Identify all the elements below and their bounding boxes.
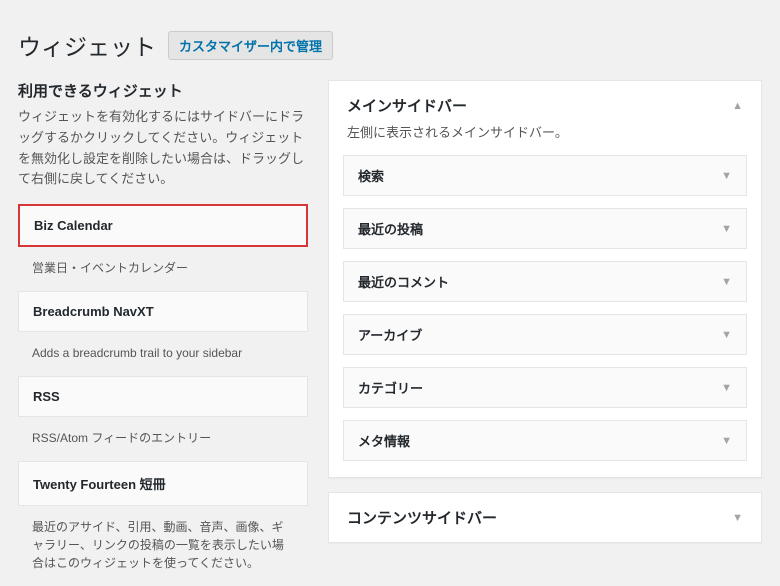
placed-widget-label: 最近の投稿 (358, 219, 423, 238)
chevron-down-icon: ▼ (721, 276, 732, 288)
widget-title: Breadcrumb NavXT (33, 304, 154, 319)
sidebar-panel-main: メインサイドバー ▲ 左側に表示されるメインサイドバー。 検索 ▼ 最近の投稿 … (328, 80, 762, 478)
chevron-down-icon: ▼ (732, 512, 743, 524)
placed-widget-meta[interactable]: メタ情報 ▼ (343, 420, 747, 461)
chevron-down-icon: ▼ (721, 382, 732, 394)
available-widget-biz-calendar[interactable]: Biz Calendar (18, 204, 308, 247)
sidebar-header[interactable]: コンテンツサイドバー ▼ (329, 493, 761, 542)
placed-widget-search[interactable]: 検索 ▼ (343, 155, 747, 196)
chevron-down-icon: ▼ (721, 170, 732, 182)
widget-description: RSS/Atom フィードのエントリー (18, 417, 308, 461)
chevron-down-icon: ▼ (721, 329, 732, 341)
widget-title: RSS (33, 389, 60, 404)
placed-widget-label: 検索 (358, 166, 384, 185)
widget-description: 最近のアサイド、引用、動画、音声、画像、ギャラリー、リンクの投稿の一覧を表示した… (18, 506, 308, 586)
placed-widget-label: 最近のコメント (358, 272, 449, 291)
widget-title: Twenty Fourteen 短冊 (33, 477, 166, 492)
sidebar-title: メインサイドバー (347, 95, 467, 116)
sidebar-description: 左側に表示されるメインサイドバー。 (329, 116, 761, 155)
widget-description: 営業日・イベントカレンダー (18, 247, 308, 291)
widget-title: Biz Calendar (34, 218, 113, 233)
placed-widget-recent-comments[interactable]: 最近のコメント ▼ (343, 261, 747, 302)
sidebar-header[interactable]: メインサイドバー ▲ (329, 81, 761, 116)
available-widget-twenty-fourteen-ephemera[interactable]: Twenty Fourteen 短冊 (18, 461, 308, 506)
sidebars-column: メインサイドバー ▲ 左側に表示されるメインサイドバー。 検索 ▼ 最近の投稿 … (328, 80, 762, 586)
available-widget-rss[interactable]: RSS (18, 376, 308, 417)
available-widgets-heading: 利用できるウィジェット (18, 80, 308, 101)
placed-widget-label: アーカイブ (358, 325, 422, 344)
placed-widget-label: メタ情報 (358, 431, 410, 450)
page-title: ウィジェット (18, 28, 156, 62)
sidebar-body: 検索 ▼ 最近の投稿 ▼ 最近のコメント ▼ アーカイブ ▼ (329, 155, 761, 477)
available-widget-breadcrumb-navxt[interactable]: Breadcrumb NavXT (18, 291, 308, 332)
placed-widget-categories[interactable]: カテゴリー ▼ (343, 367, 747, 408)
widget-description: Adds a breadcrumb trail to your sidebar (18, 332, 308, 376)
manage-in-customizer-button[interactable]: カスタマイザー内で管理 (168, 31, 333, 60)
chevron-up-icon: ▲ (732, 100, 743, 112)
available-widgets-column: 利用できるウィジェット ウィジェットを有効化するにはサイドバーにドラッグするかク… (18, 80, 308, 586)
chevron-down-icon: ▼ (721, 223, 732, 235)
placed-widget-label: カテゴリー (358, 378, 423, 397)
available-widgets-description: ウィジェットを有効化するにはサイドバーにドラッグするかクリックしてください。ウィ… (18, 107, 308, 190)
page-header: ウィジェット カスタマイザー内で管理 (18, 10, 762, 80)
sidebar-panel-content: コンテンツサイドバー ▼ (328, 492, 762, 543)
placed-widget-archives[interactable]: アーカイブ ▼ (343, 314, 747, 355)
placed-widget-recent-posts[interactable]: 最近の投稿 ▼ (343, 208, 747, 249)
sidebar-title: コンテンツサイドバー (347, 507, 497, 528)
chevron-down-icon: ▼ (721, 435, 732, 447)
